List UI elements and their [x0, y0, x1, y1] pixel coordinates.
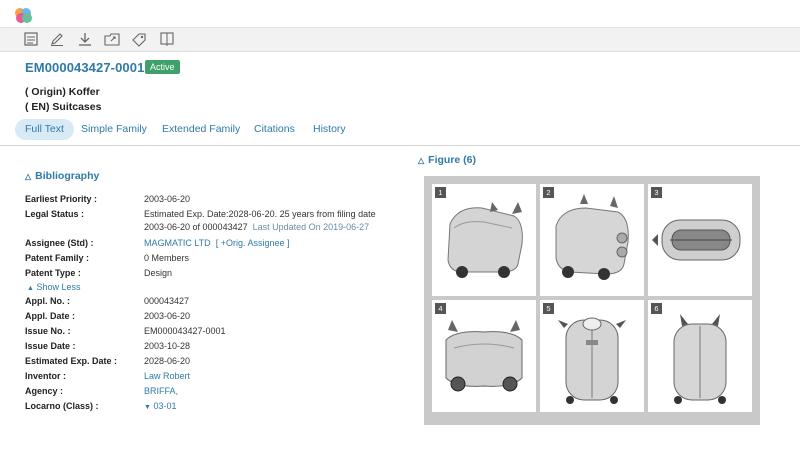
suitcase-image — [445, 320, 523, 392]
agency-label: Agency : — [25, 386, 64, 396]
chevron-up-icon: △ — [418, 156, 425, 165]
agency-link[interactable]: BRIFFA, — [144, 386, 178, 396]
figure-number: 1 — [435, 187, 446, 198]
figure-thumbnail-2[interactable]: 2 — [540, 184, 644, 296]
legal-status-line2: 2003-06-20 of 000043427 Last Updated On … — [144, 222, 369, 232]
legal-status-line1: Estimated Exp. Date:2028-06-20. 25 years… — [144, 209, 376, 219]
patent-family-label: Patent Family : — [25, 253, 90, 263]
issue-date-label: Issue Date : — [25, 341, 76, 351]
appl-no-value: 000043427 — [144, 296, 190, 306]
tab-full-text[interactable]: Full Text — [15, 119, 74, 140]
top-bar — [0, 0, 800, 28]
inventor-link[interactable]: Law Robert — [144, 371, 190, 381]
patent-type-value: Design — [144, 268, 173, 278]
figure-number: 3 — [651, 187, 662, 198]
tab-divider — [0, 145, 800, 146]
appl-no-label: Appl. No. : — [25, 296, 70, 306]
caret-down-icon: ▼ — [144, 404, 151, 411]
book-icon[interactable] — [158, 31, 176, 47]
figure-number: 6 — [651, 303, 662, 314]
appl-date-label: Appl. Date : — [25, 311, 76, 321]
edit-icon[interactable] — [48, 31, 66, 47]
est-exp-date-value: 2028-06-20 — [144, 356, 191, 366]
figure-number: 2 — [543, 187, 554, 198]
suitcase-image — [652, 219, 741, 261]
suitcase-image — [673, 314, 727, 404]
figure-number: 4 — [435, 303, 446, 314]
tag-icon[interactable] — [130, 31, 148, 47]
document-id: EM000043427-0001 — [25, 60, 145, 75]
assignee-link[interactable]: MAGMATIC LTD — [144, 238, 211, 248]
bibliography-heading: Bibliography — [35, 170, 100, 182]
triangle-up-icon: ▲ — [27, 285, 34, 292]
tab-citations[interactable]: Citations — [254, 119, 295, 140]
figure-thumbnail-3[interactable]: 3 — [648, 184, 752, 296]
app-logo[interactable] — [12, 6, 34, 24]
bibliography-toggle[interactable]: △ Bibliography — [25, 170, 99, 182]
legal-status-ref: 2003-06-20 of 000043427 — [144, 222, 248, 232]
title-en: ( EN) Suitcases — [25, 101, 102, 113]
issue-no-value: EM000043427-0001 — [144, 326, 226, 336]
patent-type-label: Patent Type : — [25, 268, 81, 278]
suitcase-image — [558, 317, 626, 404]
locarno-toggle[interactable]: ▼ 03-01 — [144, 401, 176, 411]
tab-simple-family[interactable]: Simple Family — [81, 119, 147, 140]
inventor-label: Inventor : — [25, 371, 67, 381]
toolbar — [0, 28, 800, 52]
locarno-value: 03-01 — [153, 401, 177, 411]
figure-gallery: 1 2 3 4 5 6 — [424, 176, 760, 425]
patent-family-value: 0 Members — [144, 253, 190, 263]
document-icon[interactable] — [22, 31, 40, 47]
issue-no-label: Issue No. : — [25, 326, 71, 336]
locarno-label: Locarno (Class) : — [25, 401, 99, 411]
folder-export-icon[interactable] — [103, 31, 121, 47]
assignee-row: MAGMATIC LTD [ +Orig. Assignee ] — [144, 238, 289, 248]
show-less-toggle[interactable]: ▲ Show Less — [27, 282, 80, 292]
title-origin: ( Origin) Koffer — [25, 86, 100, 98]
status-badge: Active — [145, 60, 180, 74]
figure-heading: Figure (6) — [428, 154, 476, 166]
figure-number: 5 — [543, 303, 554, 314]
last-updated: Last Updated On 2019-06-27 — [252, 222, 370, 232]
figure-thumbnail-1[interactable]: 1 — [432, 184, 536, 296]
suitcase-image — [555, 194, 629, 280]
figure-thumbnail-6[interactable]: 6 — [648, 300, 752, 412]
earliest-priority-label: Earliest Priority : — [25, 194, 98, 204]
legal-status-label: Legal Status : — [25, 209, 85, 219]
chevron-up-icon: △ — [25, 172, 32, 181]
figure-thumbnail-4[interactable]: 4 — [432, 300, 536, 412]
orig-assignee-link[interactable]: [ +Orig. Assignee ] — [216, 238, 290, 248]
suitcase-image — [447, 202, 523, 278]
est-exp-date-label: Estimated Exp. Date : — [25, 356, 118, 366]
assignee-label: Assignee (Std) : — [25, 238, 94, 248]
tab-history[interactable]: History — [313, 119, 346, 140]
tab-extended-family[interactable]: Extended Family — [162, 119, 240, 140]
show-less-label: Show Less — [36, 282, 81, 292]
figure-thumbnail-5[interactable]: 5 — [540, 300, 644, 412]
figure-toggle[interactable]: △ Figure (6) — [418, 154, 476, 166]
appl-date-value: 2003-06-20 — [144, 311, 191, 321]
download-icon[interactable] — [76, 31, 94, 47]
issue-date-value: 2003-10-28 — [144, 341, 191, 351]
earliest-priority-value: 2003-06-20 — [144, 194, 191, 204]
